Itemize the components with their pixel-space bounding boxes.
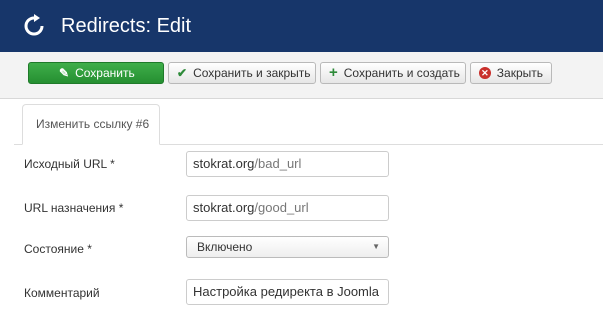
header-bar: Redirects: Edit	[0, 0, 603, 52]
comment-field[interactable]: Настройка редиректа в Joomla	[186, 279, 389, 305]
target-url-label: URL назначения *	[24, 201, 124, 215]
save-new-button[interactable]: + Сохранить и создать	[320, 62, 466, 84]
target-url-field[interactable]: stokrat.org/good_url	[186, 195, 389, 221]
save-new-button-label: Сохранить и создать	[343, 66, 460, 80]
close-button-label: Закрыть	[496, 66, 543, 80]
comment-label: Комментарий	[24, 286, 100, 300]
page-title: Redirects: Edit	[61, 15, 192, 37]
source-url-field[interactable]: stokrat.org/bad_url	[186, 151, 389, 177]
edit-icon: ✎	[59, 66, 70, 80]
tab-edit-link[interactable]: Изменить ссылку #6	[22, 104, 160, 145]
save-close-button[interactable]: ✔ Сохранить и закрыть	[168, 62, 316, 84]
target-url-host: stokrat.org	[193, 200, 255, 215]
chevron-down-icon: ▼	[372, 242, 380, 251]
target-url-path: /good_url	[254, 200, 309, 215]
source-url-path: /bad_url	[254, 156, 302, 171]
save-button-label: Сохранить	[75, 66, 135, 80]
close-icon: ✕	[479, 67, 491, 79]
check-icon: ✔	[177, 66, 188, 80]
save-button[interactable]: ✎ Сохранить	[28, 62, 164, 84]
state-select-value: Включено	[197, 240, 253, 254]
state-select[interactable]: Включено ▼	[186, 236, 389, 258]
toolbar: ✎ Сохранить ✔ Сохранить и закрыть + Сохр…	[0, 52, 603, 99]
save-close-button-label: Сохранить и закрыть	[193, 66, 311, 80]
refresh-icon	[24, 14, 44, 36]
state-label: Состояние *	[24, 242, 92, 256]
source-url-label: Исходный URL *	[24, 157, 115, 171]
comment-value: Настройка редиректа в Joomla	[193, 284, 379, 299]
plus-icon: +	[329, 64, 338, 81]
close-button[interactable]: ✕ Закрыть	[470, 62, 552, 84]
tab-edit-link-label: Изменить ссылку #6	[36, 117, 150, 131]
source-url-host: stokrat.org	[193, 156, 255, 171]
